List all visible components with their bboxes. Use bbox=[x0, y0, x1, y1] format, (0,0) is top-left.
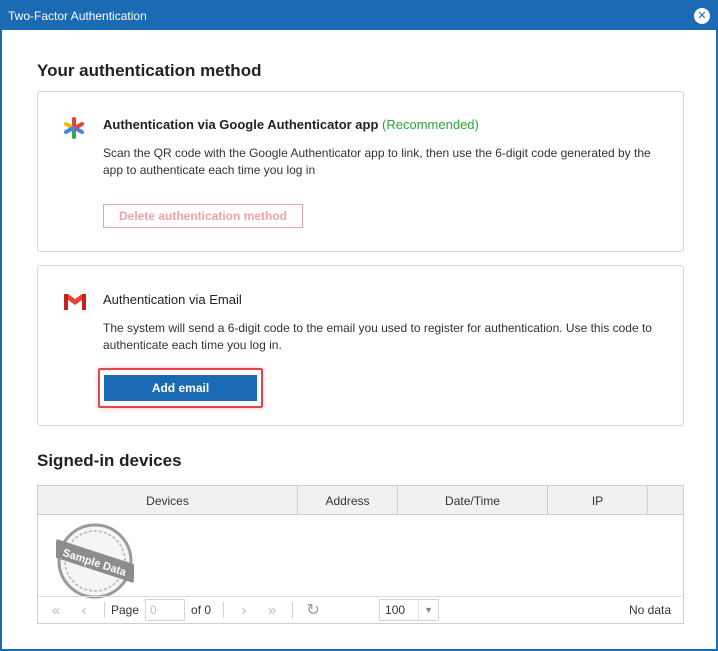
grid-header: Devices Address Date/Time IP bbox=[38, 486, 683, 515]
refresh-icon[interactable]: ↻ bbox=[299, 600, 327, 620]
dialog-title: Two-Factor Authentication bbox=[8, 9, 147, 23]
grid-pager: « ‹ Page of 0 › » ↻ 100 ▼ No data bbox=[38, 596, 683, 623]
sample-data-stamp: Sample Data bbox=[51, 522, 139, 600]
page-total-label: of 0 bbox=[191, 603, 212, 617]
email-auth-card: Authentication via Email The system will… bbox=[37, 265, 684, 426]
close-icon[interactable]: ✕ bbox=[694, 8, 710, 24]
chevron-down-icon[interactable]: ▼ bbox=[418, 600, 438, 620]
google-auth-heading: Authentication via Google Authenticator … bbox=[103, 117, 479, 132]
add-email-highlight: Add email bbox=[98, 368, 263, 408]
recommended-badge: (Recommended) bbox=[382, 117, 479, 132]
title-bar: Two-Factor Authentication ✕ bbox=[2, 2, 716, 30]
column-header-devices[interactable]: Devices bbox=[38, 486, 298, 515]
last-page-icon[interactable]: » bbox=[258, 602, 286, 619]
gmail-icon bbox=[62, 292, 88, 315]
google-auth-description: Scan the QR code with the Google Authent… bbox=[103, 146, 651, 177]
pager-status: No data bbox=[628, 603, 671, 617]
first-page-icon[interactable]: « bbox=[42, 602, 70, 619]
auth-method-heading: Your authentication method bbox=[37, 61, 262, 80]
prev-page-icon[interactable]: ‹ bbox=[70, 602, 98, 619]
page-label: Page bbox=[111, 603, 140, 617]
pager-separator bbox=[292, 602, 294, 618]
devices-grid: Devices Address Date/Time IP Sample Data… bbox=[37, 485, 684, 624]
google-authenticator-icon bbox=[62, 116, 86, 143]
column-header-address[interactable]: Address bbox=[298, 486, 398, 515]
add-email-button[interactable]: Add email bbox=[104, 375, 257, 401]
column-header-datetime[interactable]: Date/Time bbox=[398, 486, 548, 515]
column-header-spacer bbox=[648, 486, 683, 515]
google-auth-card: Authentication via Google Authenticator … bbox=[37, 91, 684, 252]
email-auth-description: The system will send a 6-digit code to t… bbox=[103, 321, 652, 352]
page-number-input[interactable] bbox=[145, 599, 186, 621]
dialog-window: Two-Factor Authentication ✕ Your authent… bbox=[0, 0, 718, 651]
next-page-icon[interactable]: › bbox=[230, 602, 258, 619]
email-auth-title: Authentication via Email bbox=[103, 292, 242, 307]
google-auth-title: Authentication via Google Authenticator … bbox=[103, 117, 379, 132]
pager-separator bbox=[223, 602, 225, 618]
delete-auth-method-button[interactable]: Delete authentication method bbox=[103, 204, 303, 228]
signed-in-devices-heading: Signed-in devices bbox=[37, 451, 182, 470]
grid-body: Sample Data bbox=[38, 516, 683, 599]
pager-separator bbox=[104, 602, 105, 618]
page-size-select[interactable]: 100 ▼ bbox=[379, 599, 440, 621]
column-header-ip[interactable]: IP bbox=[548, 486, 648, 515]
page-size-value: 100 bbox=[385, 603, 406, 617]
